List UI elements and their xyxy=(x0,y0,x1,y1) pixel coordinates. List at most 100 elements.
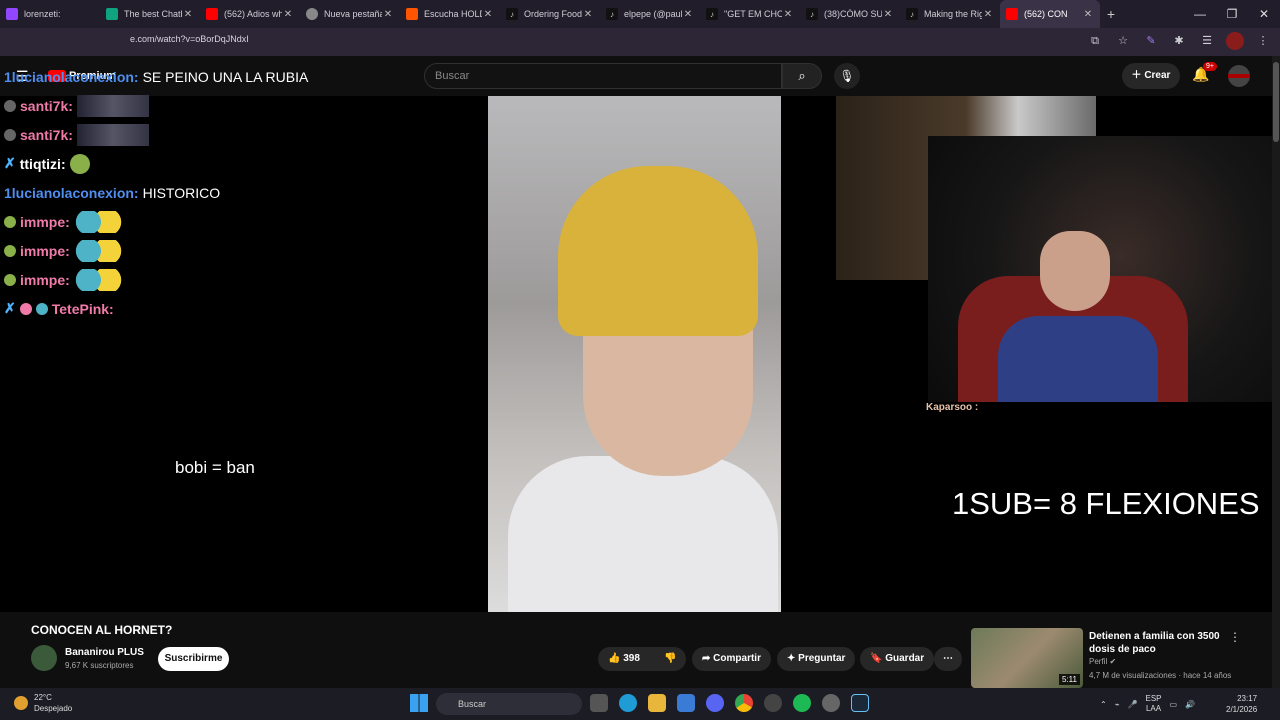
close-icon[interactable]: ✕ xyxy=(182,9,194,20)
spotify-icon[interactable] xyxy=(793,694,811,712)
browser-tab[interactable]: ♪ elpepe (@paul ✕ xyxy=(600,0,700,28)
windows-taskbar: 22°C Despejado Buscar ⌃ ⌁ 🎤 ESP LAA ▭ 🔊 … xyxy=(0,688,1280,720)
close-icon[interactable]: ✕ xyxy=(882,9,894,20)
microphone-icon: 🎙 xyxy=(839,69,855,83)
recommended-title[interactable]: Detienen a familia con 3500 dosis de pac… xyxy=(1089,630,1239,656)
close-icon[interactable]: ✕ xyxy=(382,9,394,20)
share-icon: ➦ xyxy=(702,653,711,664)
maximize-icon[interactable]: ❐ xyxy=(1216,0,1248,28)
badge-icon xyxy=(4,273,16,286)
temperature: 22°C xyxy=(34,693,52,702)
settings-icon[interactable] xyxy=(822,694,840,712)
star-icon[interactable]: ☆ xyxy=(1114,32,1132,50)
chat-username: 1lucianolaconexion: xyxy=(4,68,139,85)
url-text[interactable]: e.com/watch?v=oBorDqJNdxI xyxy=(130,34,249,44)
guest-shirt xyxy=(998,316,1158,402)
browser-tab[interactable]: ♪(38)CÓMO SUF✕ xyxy=(800,0,900,28)
windows-start-icon[interactable] xyxy=(410,694,428,712)
reading-list-icon[interactable]: ☰ xyxy=(1198,32,1216,50)
search-button[interactable]: ⌕ xyxy=(782,63,822,89)
github-icon[interactable] xyxy=(764,694,782,712)
chat-username: immpe: xyxy=(20,242,70,259)
browser-tab[interactable]: The best Chatb ✕ xyxy=(100,0,200,28)
sword-badge-icon: ✗ xyxy=(4,155,16,171)
close-icon[interactable]: ✕ xyxy=(782,9,794,20)
search-input[interactable]: Buscar xyxy=(424,63,782,89)
new-tab-button[interactable]: + xyxy=(1100,6,1122,22)
volume-icon[interactable]: 🔊 xyxy=(1185,700,1195,709)
taskbar-search[interactable]: Buscar xyxy=(436,693,582,715)
profile-avatar[interactable] xyxy=(1226,32,1244,50)
channel-name[interactable]: Bananirou PLUS xyxy=(65,647,144,658)
browser-tab[interactable]: ♪ Making the Rig ✕ xyxy=(900,0,1000,28)
more-actions-button[interactable]: ⋯ xyxy=(934,647,962,671)
dislike-button[interactable]: 👎 xyxy=(654,647,686,671)
chat-message: immpe: xyxy=(4,265,424,294)
menu-icon[interactable]: ⋮ xyxy=(1254,32,1272,50)
badge-icon xyxy=(4,244,16,257)
browser-tab[interactable]: (562) Adios wh ✕ xyxy=(200,0,300,28)
steam-icon[interactable] xyxy=(851,694,869,712)
minimize-icon[interactable]: — xyxy=(1184,0,1216,28)
browser-tab[interactable]: ♪"GET EM CHOP✕ xyxy=(700,0,800,28)
page-scrollbar[interactable] xyxy=(1272,56,1280,688)
save-button[interactable]: 🔖 Guardar xyxy=(860,647,935,671)
scrollbar-thumb[interactable] xyxy=(1273,62,1279,142)
tiktok-icon: ♪ xyxy=(506,8,518,20)
edge-icon[interactable] xyxy=(619,694,637,712)
install-icon[interactable]: ⧉ xyxy=(1086,32,1104,50)
display-icon[interactable]: ▭ xyxy=(1170,700,1178,709)
puzzle-icon[interactable]: ✱ xyxy=(1170,32,1188,50)
emote-icon xyxy=(76,94,149,117)
subscriber-count: 9,67 K suscriptores xyxy=(65,661,134,670)
chat-username: TetePink: xyxy=(51,300,114,317)
chevron-up-icon[interactable]: ⌃ xyxy=(1100,700,1107,709)
browser-tab[interactable]: lorenzeti: xyxy=(0,0,100,28)
store-icon[interactable] xyxy=(677,694,695,712)
mic-icon[interactable]: 🎤 xyxy=(1128,700,1138,709)
like-button[interactable]: 👍 398 xyxy=(598,647,654,671)
chat-text: SE PEINO UNA LA RUBIA xyxy=(142,68,309,85)
notification-badge: 9+ xyxy=(1203,62,1217,71)
close-icon[interactable]: ✕ xyxy=(1082,9,1094,20)
weather-widget[interactable]: 22°C Despejado xyxy=(14,692,72,714)
more-options-icon[interactable]: ⋮ xyxy=(1229,630,1241,644)
folder-icon[interactable] xyxy=(648,694,666,712)
extension-icon[interactable]: ✎ xyxy=(1142,32,1160,50)
close-icon[interactable]: ✕ xyxy=(682,9,694,20)
twitch-icon xyxy=(6,8,18,20)
weather-condition: Despejado xyxy=(34,704,73,713)
guest-chat-name: Kaparsoo : xyxy=(926,402,979,413)
language-indicator[interactable]: ESP LAA xyxy=(1146,694,1162,714)
close-icon[interactable]: ✕ xyxy=(482,9,494,20)
task-view-icon[interactable] xyxy=(590,694,608,712)
thumbs-up-icon: 👍 xyxy=(608,653,621,664)
taskbar-apps xyxy=(590,694,869,712)
close-icon[interactable]: ✕ xyxy=(582,9,594,20)
sparkle-icon: ✦ xyxy=(787,653,796,664)
clock[interactable]: 23:17 2/1/2026 xyxy=(1226,693,1257,715)
close-window-icon[interactable]: ✕ xyxy=(1248,0,1280,28)
subscribe-button[interactable]: Suscribirme xyxy=(158,647,229,671)
account-avatar[interactable] xyxy=(1228,65,1250,87)
browser-tab[interactable]: Escucha HOLDI✕ xyxy=(400,0,500,28)
close-icon[interactable]: ✕ xyxy=(282,9,294,20)
badge-icon xyxy=(19,302,32,315)
channel-avatar[interactable] xyxy=(31,645,57,671)
share-button[interactable]: ➦ Compartir xyxy=(692,647,771,671)
voice-search-button[interactable]: 🎙 xyxy=(834,63,860,89)
create-button[interactable]: ＋ Crear xyxy=(1122,63,1180,89)
network-icon[interactable]: ⌁ xyxy=(1115,700,1120,709)
overlay-text-subs: 1SUB= 8 FLEXIONES xyxy=(952,486,1260,521)
discord-icon[interactable] xyxy=(706,694,724,712)
browser-tab[interactable]: ♪ Ordering Food ✕ xyxy=(500,0,600,28)
emote-icon xyxy=(73,210,122,233)
recommended-video[interactable]: 5:11 Detienen a familia con 3500 dosis d… xyxy=(971,628,1261,688)
close-icon[interactable]: ✕ xyxy=(982,9,994,20)
chrome-icon[interactable] xyxy=(735,694,753,712)
ask-button[interactable]: ✦ Preguntar xyxy=(777,647,856,671)
browser-tab-active[interactable]: (562) CON ✕ xyxy=(1000,0,1100,28)
browser-tab[interactable]: Nueva pestaña ✕ xyxy=(300,0,400,28)
badge-icon xyxy=(4,128,16,141)
chat-username: 1lucianolaconexion: xyxy=(4,184,139,201)
